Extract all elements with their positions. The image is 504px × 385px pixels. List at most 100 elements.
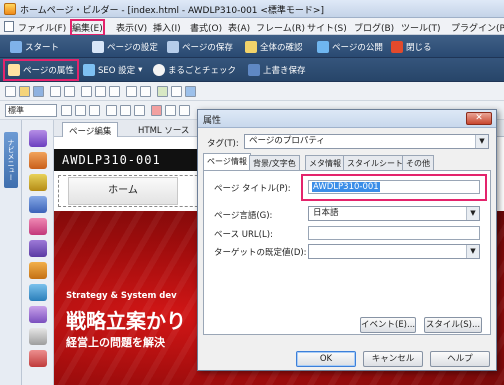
menu-insert[interactable]: 挿入(I) <box>153 21 181 34</box>
menu-file[interactable]: ファイル(F) <box>18 21 66 34</box>
form-gadget-icon[interactable] <box>29 262 47 279</box>
window-title: ホームページ・ビルダー - [index.html - AWDLP310-001… <box>20 6 324 16</box>
indent-icon[interactable] <box>179 105 190 116</box>
tab-other[interactable]: その他 <box>402 155 434 170</box>
tab-background-color[interactable]: 背景/文字色 <box>249 155 300 170</box>
copy-icon[interactable] <box>95 86 106 97</box>
page-info-panel: ページ タイトル(P): AWDLP310-001 ページ言語(G): 日本語 … <box>203 170 491 335</box>
page-properties-button[interactable]: ページの属性 <box>3 59 79 81</box>
document-icon <box>4 21 14 32</box>
tab-meta-info[interactable]: メタ情報 <box>305 155 345 170</box>
chevron-down-icon: ▼ <box>466 207 479 220</box>
app-icon <box>4 3 16 15</box>
seo-settings-button[interactable]: SEO 設定 ▾ <box>83 61 142 79</box>
page-title-highlight <box>301 174 487 201</box>
tab-page-info[interactable]: ページ情報 <box>203 153 251 170</box>
standard-toolbar <box>0 82 504 101</box>
tab-stylesheet[interactable]: スタイルシート <box>343 155 407 170</box>
second-toolbar: ページの属性 SEO 設定 ▾ まるごとチェック 上書き保存 <box>0 58 504 82</box>
style-button[interactable]: スタイル(S)... <box>424 317 482 333</box>
align-center-icon[interactable] <box>120 105 131 116</box>
link-gadget-icon[interactable] <box>29 174 47 191</box>
mobile-gadget-icon[interactable] <box>29 328 47 345</box>
tag-label: タグ(T): <box>207 139 239 149</box>
menu-site[interactable]: サイト(S) <box>307 21 347 34</box>
paste-icon[interactable] <box>109 86 120 97</box>
dialog-close-button[interactable]: ✕ <box>466 112 492 125</box>
dialog-title: 属性 <box>203 116 222 126</box>
print-icon[interactable] <box>50 86 61 97</box>
check-all-button[interactable]: 全体の確認 <box>245 38 303 56</box>
open-folder-icon[interactable] <box>19 86 30 97</box>
layout-gadget-icon[interactable] <box>29 306 47 323</box>
page-language-label: ページ言語(G): <box>214 211 273 221</box>
menu-frame[interactable]: フレーム(R) <box>256 21 305 34</box>
link-icon[interactable] <box>185 86 196 97</box>
tab-page-edit[interactable]: ページ編集 <box>62 122 119 137</box>
close-icon <box>391 41 403 53</box>
properties-dialog: 属性 ✕ タグ(T): ページのプロパティ ▼ ページ情報 背景/文字色 メタ情… <box>197 109 497 371</box>
font-size-icon[interactable] <box>165 105 176 116</box>
cut-icon[interactable] <box>81 86 92 97</box>
menu-format[interactable]: 書式(O) <box>190 21 222 34</box>
seo-icon <box>83 64 95 76</box>
left-side-panel: ナビメニュー <box>0 120 22 385</box>
map-gadget-icon[interactable] <box>29 284 47 301</box>
ok-button[interactable]: OK <box>296 351 356 367</box>
preview-icon[interactable] <box>64 86 75 97</box>
full-check-icon <box>153 64 165 76</box>
base-url-label: ベース URL(L): <box>214 230 273 240</box>
align-right-icon[interactable] <box>134 105 145 116</box>
cancel-button[interactable]: キャンセル <box>363 351 423 367</box>
dialog-title-bar: 属性 ✕ <box>198 110 496 128</box>
menu-plugin[interactable]: プラグイン(P) <box>451 21 504 34</box>
save-page-button[interactable]: ページの保存 <box>167 38 233 56</box>
menu-view[interactable]: 表示(V) <box>116 21 147 34</box>
start-button[interactable]: スタート <box>10 38 59 56</box>
default-target-select[interactable]: ▼ <box>308 244 480 259</box>
bold-icon[interactable] <box>61 105 72 116</box>
undo-icon[interactable] <box>126 86 137 97</box>
menu-blog[interactable]: ブログ(B) <box>354 21 394 34</box>
menu-tools[interactable]: ツール(T) <box>401 21 441 34</box>
tab-html-source[interactable]: HTML ソース <box>132 122 195 137</box>
tag-select[interactable]: ページのプロパティ ▼ <box>244 134 489 149</box>
page-language-select[interactable]: 日本語 ▼ <box>308 206 480 221</box>
effect-gadget-icon[interactable] <box>29 350 47 367</box>
close-button[interactable]: 閉じる <box>391 38 432 56</box>
start-icon <box>10 41 22 53</box>
menu-edit[interactable]: 編集(E) <box>70 19 105 36</box>
base-url-input[interactable] <box>308 226 480 240</box>
text-color-icon[interactable] <box>151 105 162 116</box>
image-gadget-icon[interactable] <box>29 196 47 213</box>
main-toolbar: スタート ページの設定 ページの保存 全体の確認 ページの公開 閉じる <box>0 35 504 58</box>
gadget-column <box>22 120 54 385</box>
page-settings-button[interactable]: ページの設定 <box>92 38 158 56</box>
help-button[interactable]: ヘルプ <box>430 351 490 367</box>
image-icon[interactable] <box>157 86 168 97</box>
paragraph-style-select[interactable]: 標準 <box>5 104 57 117</box>
align-left-icon[interactable] <box>106 105 117 116</box>
text-gadget-icon[interactable] <box>29 130 47 147</box>
publish-button[interactable]: ページの公開 <box>317 38 383 56</box>
menu-table[interactable]: 表(A) <box>228 21 250 34</box>
shape-gadget-icon[interactable] <box>29 218 47 235</box>
menu-bar: ファイル(F) 編集(E) 表示(V) 挿入(I) 書式(O) 表(A) フレー… <box>0 18 504 36</box>
check-all-icon <box>245 41 257 53</box>
redo-icon[interactable] <box>140 86 151 97</box>
full-check-button[interactable]: まるごとチェック <box>153 61 236 79</box>
underline-icon[interactable] <box>89 105 100 116</box>
table-icon[interactable] <box>171 86 182 97</box>
event-button[interactable]: イベント(E)... <box>360 317 416 333</box>
overwrite-save-button[interactable]: 上書き保存 <box>248 61 306 79</box>
site-header: AWDLP310-001 <box>54 149 214 171</box>
italic-icon[interactable] <box>75 105 86 116</box>
navigation-menu-tab[interactable]: ナビメニュー <box>4 132 18 188</box>
frame-gadget-icon[interactable] <box>29 240 47 257</box>
dropdown-arrow-icon: ▾ <box>138 65 143 75</box>
save-icon[interactable] <box>33 86 44 97</box>
button-gadget-icon[interactable] <box>29 152 47 169</box>
nav-home-button[interactable]: ホーム <box>68 177 178 205</box>
title-bar: ホームページ・ビルダー - [index.html - AWDLP310-001… <box>0 0 504 18</box>
new-file-icon[interactable] <box>5 86 16 97</box>
